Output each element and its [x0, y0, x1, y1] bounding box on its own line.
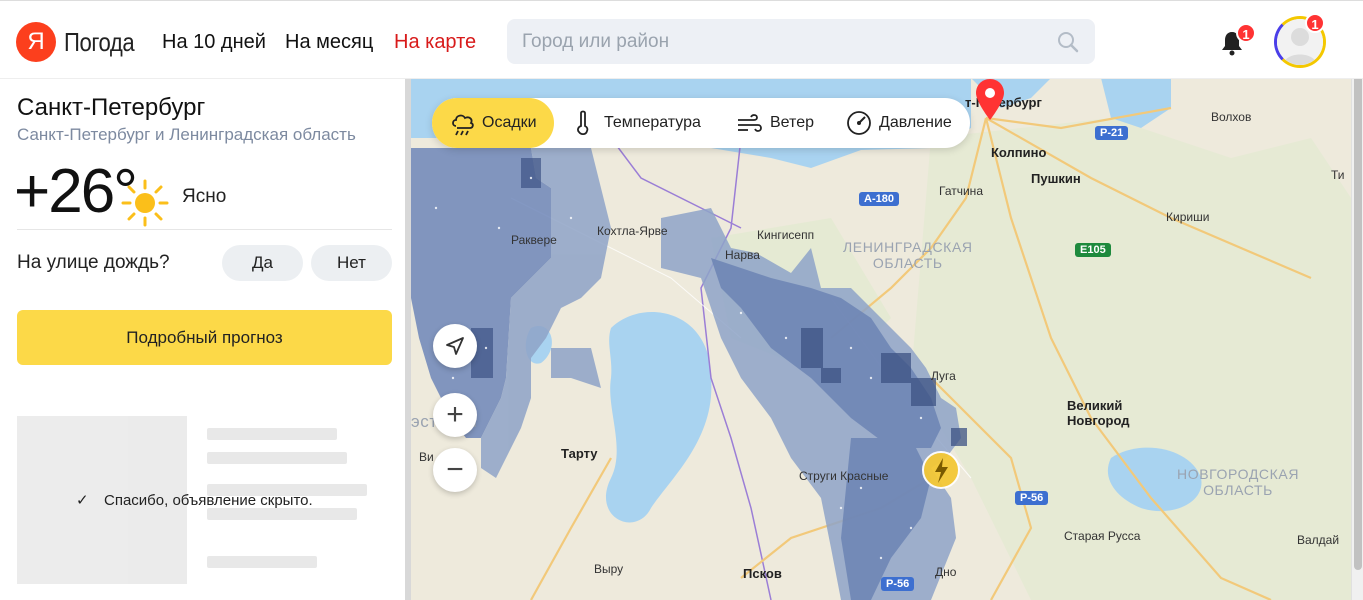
- ad-line-ghost: [207, 428, 337, 440]
- pressure-gauge-icon: [847, 111, 871, 135]
- page: Я Погода На 10 дней На месяц На карте 1 …: [0, 0, 1363, 600]
- map-label-kingisepp: Кингисепп: [757, 228, 815, 242]
- search-box: [507, 19, 1095, 64]
- rain-no-button[interactable]: Нет: [311, 245, 392, 281]
- service-logo-text[interactable]: Погода: [64, 27, 135, 58]
- map-label-kohtla: Кохтла-Ярве: [597, 224, 668, 238]
- layer-wind-label: Ветер: [770, 114, 814, 131]
- rain-question: На улице дождь?: [17, 252, 170, 273]
- yandex-logo[interactable]: Я: [16, 22, 56, 62]
- map-label-rakvere: Раквере: [511, 233, 557, 247]
- navigation-arrow-icon: [446, 337, 464, 355]
- ad-hidden-message: ✓ Спасибо, объявление скрыто.: [76, 491, 313, 509]
- ad-line-ghost: [207, 508, 357, 520]
- layer-precipitation-label: Осадки: [482, 114, 537, 131]
- locate-me-button[interactable]: [433, 324, 477, 368]
- check-icon: ✓: [76, 492, 89, 509]
- sun-icon: [121, 179, 169, 227]
- page-scrollbar[interactable]: [1351, 0, 1363, 600]
- ad-line-ghost: [207, 556, 317, 568]
- map-label-pushkin: Пушкин: [1031, 171, 1081, 186]
- map-layer-switcher: Осадки Температура Ветер Давление: [432, 98, 970, 148]
- nav-10-days[interactable]: На 10 дней: [162, 31, 266, 54]
- map-label-narva: Нарва: [725, 248, 760, 262]
- layer-pressure[interactable]: Давление: [846, 98, 966, 148]
- map-label-dno: Дно: [935, 565, 957, 579]
- map-canvas: [411, 78, 1351, 600]
- page-scrollbar-thumb[interactable]: [1354, 10, 1362, 570]
- road-badge-a180: А-180: [859, 192, 899, 206]
- layer-temperature[interactable]: Температура: [572, 98, 712, 148]
- map-label-valday: Валдай: [1297, 533, 1340, 547]
- map-label-strugi: Струги Красные: [799, 469, 889, 483]
- city-name: Санкт-Петербург: [17, 94, 206, 121]
- map-label-vi: Ви: [419, 450, 434, 464]
- region-name: Санкт-Петербург и Ленинградская область: [17, 125, 356, 144]
- current-temperature: +26°: [14, 157, 138, 226]
- map-label-gatchina: Гатчина: [939, 184, 983, 198]
- map-label-kirishi: Кириши: [1166, 210, 1210, 224]
- ad-hidden-text: Спасибо, объявление скрыто.: [104, 492, 313, 509]
- avatar-badge: 1: [1305, 13, 1325, 33]
- nav-month[interactable]: На месяц: [285, 31, 373, 54]
- map-label-pskov: Псков: [743, 566, 782, 581]
- weather-map[interactable]: т-Петербург Колпино Пушкин Гатчина Волхо…: [411, 78, 1351, 600]
- map-label-velikiy-novgorod: Великий Новгород: [1067, 398, 1130, 428]
- header: Я Погода На 10 дней На месяц На карте 1 …: [0, 0, 1363, 78]
- ad-line-ghost: [207, 452, 347, 464]
- road-badge-p21: Р-21: [1095, 126, 1129, 140]
- search-icon[interactable]: [1057, 31, 1079, 53]
- map-label-ti: Ти: [1331, 168, 1345, 182]
- nav-map[interactable]: На карте: [394, 31, 476, 54]
- map-label-novgorod-oblast: НОВГОРОДСКАЯ ОБЛАСТЬ: [1177, 466, 1300, 498]
- map-label-vyru: Выру: [594, 562, 624, 576]
- map-label-leningrad-oblast: ЛЕНИНГРАДСКАЯ ОБЛАСТЬ: [843, 239, 973, 271]
- layer-precipitation[interactable]: Осадки: [432, 98, 554, 148]
- thermometer-icon: [577, 110, 589, 136]
- map-label-volkhov: Волхов: [1211, 110, 1252, 124]
- map-label-tartu: Тарту: [561, 446, 598, 461]
- map-label-staraya-russa: Старая Русса: [1064, 529, 1141, 543]
- search-input[interactable]: [522, 19, 1042, 64]
- layer-temperature-label: Температура: [604, 114, 701, 131]
- notification-badge: 1: [1236, 23, 1256, 43]
- wind-icon: [738, 114, 762, 132]
- rain-cloud-icon: [452, 114, 474, 136]
- road-badge-p56: Р-56: [1015, 491, 1049, 505]
- rain-yes-button[interactable]: Да: [222, 245, 303, 281]
- road-badge-e105: Е105: [1075, 243, 1111, 257]
- layer-wind[interactable]: Ветер: [736, 98, 826, 148]
- layer-pressure-label: Давление: [879, 114, 952, 131]
- road-badge-p56-south: Р-56: [881, 577, 915, 591]
- divider: [17, 229, 392, 230]
- detailed-forecast-button[interactable]: Подробный прогноз: [17, 310, 392, 365]
- map-label-kolpino: Колпино: [991, 145, 1047, 160]
- weather-condition: Ясно: [182, 186, 227, 207]
- location-pin-icon[interactable]: [974, 78, 1006, 122]
- weather-panel: Санкт-Петербург Санкт-Петербург и Ленинг…: [0, 78, 407, 600]
- map-label-luga: Луга: [931, 369, 956, 383]
- zoom-out-button[interactable]: −: [433, 448, 477, 492]
- zoom-in-button[interactable]: +: [433, 393, 477, 437]
